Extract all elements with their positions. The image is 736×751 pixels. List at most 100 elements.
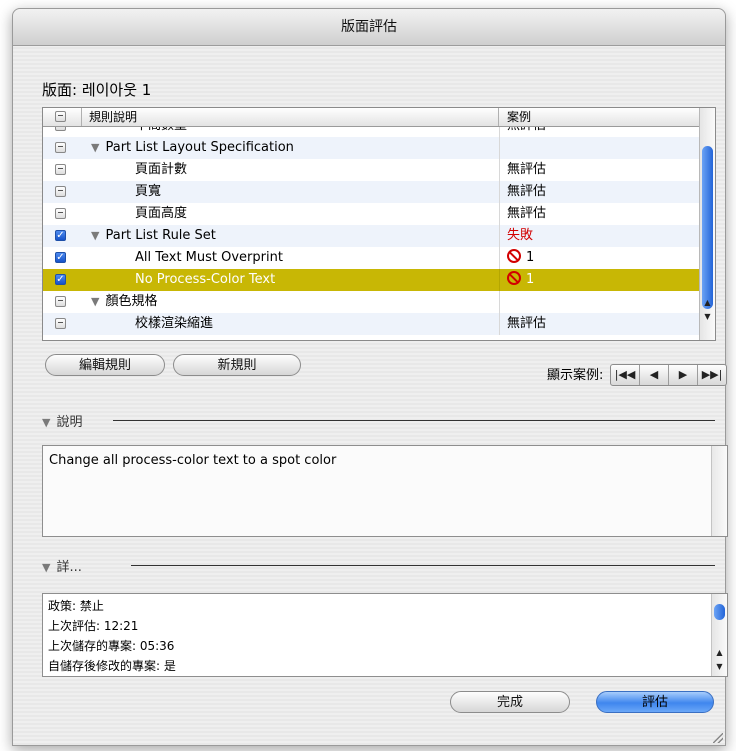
rule-label: ▼ Part List Rule Set (91, 225, 216, 247)
rule-label-text: Part List Rule Set (105, 228, 216, 243)
prohibited-icon (507, 249, 521, 263)
details-heading: 詳... (56, 560, 82, 575)
details-scrollbar[interactable]: ▲ ▼ (711, 594, 727, 676)
table-row[interactable]: 頁寬 無評估 (43, 181, 699, 203)
rule-label-text: 校樣渲染縮進 (135, 316, 214, 331)
rule-case-text: 無評估 (507, 162, 547, 177)
column-separator (499, 269, 500, 291)
rule-checkbox[interactable] (55, 186, 66, 197)
disclosure-triangle-icon[interactable]: ▼ (91, 229, 99, 242)
edit-rule-button[interactable]: 編輯規則 (45, 354, 165, 376)
detail-line: 上次評估: 12:21 (48, 619, 139, 633)
rule-label: ▼ Part List Layout Specification (91, 137, 294, 159)
resize-grip-icon[interactable] (713, 733, 723, 743)
column-header-case[interactable]: 案例 (499, 108, 699, 126)
rule-label-text: All Text Must Overprint (135, 250, 283, 265)
rule-checkbox[interactable] (55, 230, 66, 241)
table-row[interactable]: ▼ Part List Layout Specification (43, 137, 699, 159)
rule-label-text: 顏色規格 (105, 294, 158, 309)
table-header: 規則說明 案例 (43, 108, 699, 127)
disclosure-triangle-icon[interactable]: ▼ (91, 295, 99, 308)
rule-label: All Text Must Overprint (135, 247, 283, 269)
rules-scroll-thumb[interactable] (702, 146, 713, 309)
table-row[interactable]: 頁面高度 無評估 (43, 203, 699, 225)
header-check-column[interactable] (43, 108, 82, 126)
scroll-down-arrow[interactable]: ▼ (700, 310, 715, 324)
rule-label-text: 頁面計數 (135, 162, 188, 177)
rule-checkbox[interactable] (55, 296, 66, 307)
table-row[interactable]: ▼ Part List Rule Set 失敗 (43, 225, 699, 247)
rule-case-text: 無評估 (507, 127, 546, 133)
details-disclosure[interactable]: ▼ 詳... (42, 556, 82, 575)
table-row[interactable]: ▼ 顏色規格 (43, 291, 699, 313)
previous-case-button[interactable]: ◀ (640, 365, 669, 385)
rule-checkbox[interactable] (55, 274, 66, 285)
description-disclosure[interactable]: ▼ 說明 (42, 411, 82, 430)
column-separator (499, 159, 500, 181)
title-bar: 版面評估 (13, 9, 725, 46)
rule-case-text: 無評估 (507, 184, 547, 199)
next-case-button[interactable]: ▶ (669, 365, 698, 385)
layout-evaluation-dialog: 版面評估 版面: 레이아웃 1 規則說明 案例 中間數量無評估▼Part Lis… (12, 8, 728, 746)
rule-case: 無評估 (507, 181, 546, 203)
rule-label: No Process-Color Text (135, 269, 275, 291)
column-separator (499, 313, 500, 335)
details-scroll-thumb[interactable] (714, 604, 725, 620)
details-divider (131, 565, 715, 566)
new-rule-button[interactable]: 新規則 (173, 354, 301, 376)
scroll-down-arrow[interactable]: ▼ (712, 660, 727, 674)
disclosure-triangle-icon[interactable]: ▼ (91, 141, 99, 154)
rule-checkbox[interactable] (55, 318, 66, 329)
scroll-up-arrow[interactable]: ▲ (700, 296, 715, 310)
table-row[interactable]: 中間數量 無評估 (43, 127, 699, 137)
rule-case-text: 無評估 (507, 206, 547, 221)
rule-checkbox[interactable] (55, 164, 66, 175)
description-scrollbar[interactable] (711, 446, 727, 536)
scroll-up-arrow[interactable]: ▲ (712, 646, 727, 660)
disclosure-triangle-icon[interactable]: ▼ (42, 561, 50, 574)
detail-line: 政策: 禁止 (48, 599, 104, 613)
table-row[interactable]: 頁面計數 無評估 (43, 159, 699, 181)
column-separator (499, 225, 500, 247)
header-checkbox[interactable] (55, 111, 66, 122)
rule-checkbox[interactable] (55, 127, 66, 131)
rule-case: 1 (507, 247, 534, 269)
rule-label-text: Part List Layout Specification (105, 140, 294, 155)
rule-label: 頁寬 (135, 181, 161, 203)
last-case-button[interactable]: ▶▶| (698, 365, 726, 385)
rule-case-text: 1 (526, 272, 535, 287)
done-button[interactable]: 完成 (450, 691, 570, 713)
rule-case: 失敗 (507, 225, 533, 247)
rule-label: 頁面高度 (135, 203, 187, 225)
column-separator (499, 127, 500, 137)
rule-case: 無評估 (507, 159, 546, 181)
details-text-area[interactable]: 政策: 禁止 上次評估: 12:21 上次儲存的專案: 05:36 自儲存後修改… (42, 593, 728, 677)
rule-label: ▼ 顏色規格 (91, 291, 157, 313)
rule-label-text: No Process-Color Text (135, 272, 276, 287)
rule-case-text: 1 (526, 250, 535, 265)
table-row[interactable]: All Text Must Overprint 1 (43, 247, 699, 269)
description-heading: 說明 (56, 415, 83, 430)
description-text: Change all process-color text to a spot … (49, 453, 337, 468)
evaluate-button[interactable]: 評估 (596, 691, 714, 713)
disclosure-triangle-icon[interactable]: ▼ (42, 416, 50, 429)
show-cases-label: 顯示案例: (547, 368, 604, 383)
column-separator (499, 181, 500, 203)
column-separator (499, 291, 500, 313)
rule-checkbox[interactable] (55, 142, 66, 153)
table-row[interactable]: No Process-Color Text 1 (43, 269, 699, 291)
description-text-area[interactable]: Change all process-color text to a spot … (42, 445, 728, 537)
case-navigation: |◀◀ ◀ ▶ ▶▶| (610, 364, 727, 386)
first-case-button[interactable]: |◀◀ (611, 365, 640, 385)
rule-checkbox[interactable] (55, 208, 66, 219)
table-row[interactable]: 校樣渲染縮進 無評估 (43, 313, 699, 335)
rule-label-text: 頁面高度 (135, 206, 188, 221)
window-title: 版面評估 (341, 19, 397, 35)
column-separator (499, 247, 500, 269)
column-header-rule[interactable]: 規則說明 (81, 108, 499, 126)
rules-list: 中間數量無評估 ▼ Part List Layout Specification 頁面… (43, 127, 699, 339)
rule-checkbox[interactable] (55, 252, 66, 263)
rule-case: 1 (507, 269, 534, 291)
prohibited-icon (507, 271, 521, 285)
rules-scrollbar[interactable]: ▲ ▼ (699, 108, 715, 340)
